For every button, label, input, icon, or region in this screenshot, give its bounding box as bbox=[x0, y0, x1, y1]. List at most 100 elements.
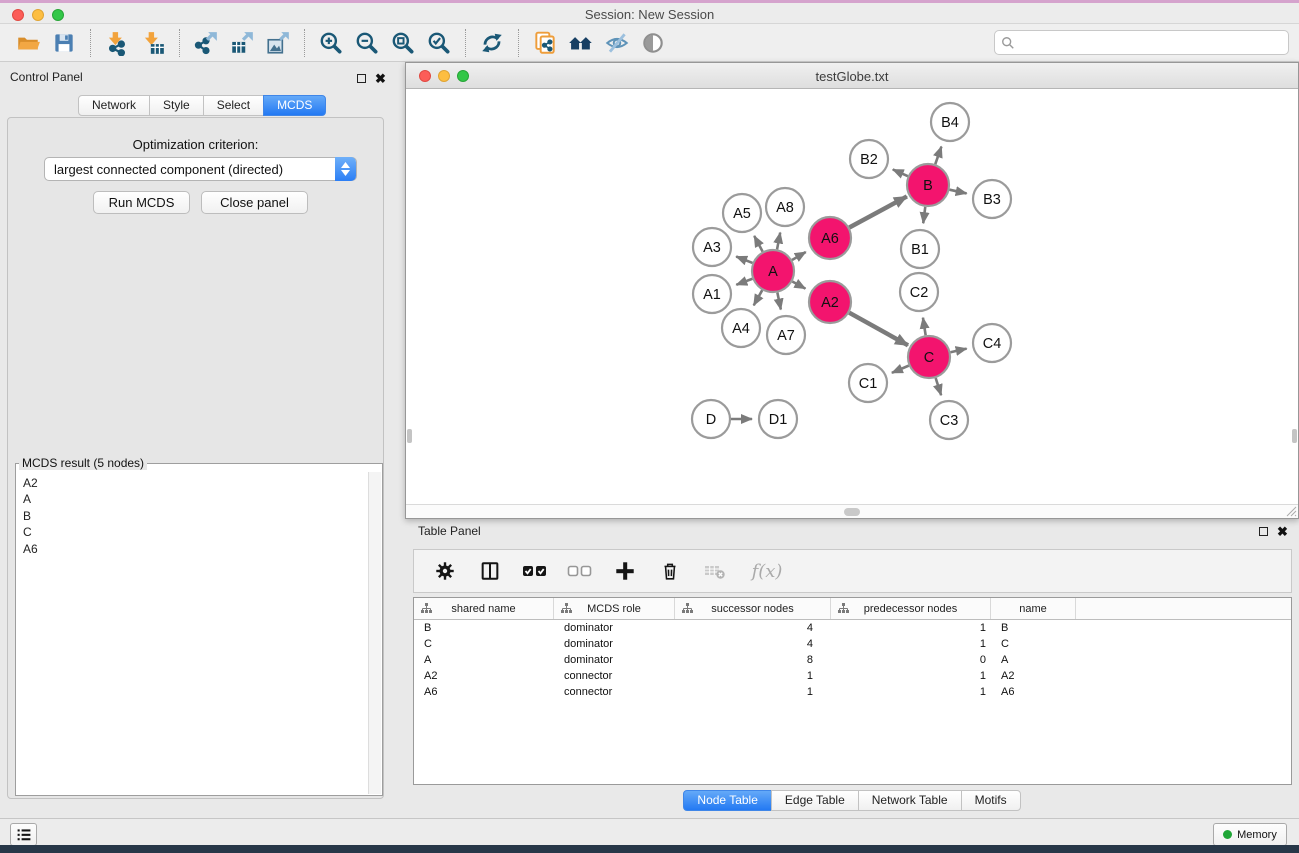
table-panel-float-icon[interactable] bbox=[1259, 527, 1268, 536]
network-graph[interactable]: AA1A3A5A8A4A7A6A2BB1B2B3B4CC1C2C3C4DD1 bbox=[406, 89, 1298, 504]
import-network-button[interactable] bbox=[99, 27, 135, 59]
tab-style[interactable]: Style bbox=[149, 95, 204, 116]
graph-node-C3[interactable]: C3 bbox=[930, 401, 968, 439]
optimization-criterion-select[interactable]: largest connected component (directed) bbox=[44, 157, 357, 181]
graph-edge-B-B3[interactable] bbox=[949, 190, 966, 194]
tab-node-table[interactable]: Node Table bbox=[683, 790, 772, 811]
select-all-button[interactable] bbox=[522, 558, 548, 584]
table-row[interactable]: Cdominator41C bbox=[414, 636, 1291, 652]
tab-edge-table[interactable]: Edge Table bbox=[771, 790, 859, 811]
graph-edge-C-C3[interactable] bbox=[936, 378, 941, 395]
table-row[interactable]: A2connector11A2 bbox=[414, 668, 1291, 684]
export-network-button[interactable] bbox=[188, 27, 224, 59]
open-session-button[interactable] bbox=[10, 27, 46, 59]
network-canvas[interactable]: AA1A3A5A8A4A7A6A2BB1B2B3B4CC1C2C3C4DD1 bbox=[406, 89, 1298, 504]
result-item[interactable]: C bbox=[23, 524, 367, 540]
delete-table-button[interactable] bbox=[702, 558, 728, 584]
graph-edge-A-A6[interactable] bbox=[792, 252, 806, 260]
horizontal-scrollbar[interactable] bbox=[406, 504, 1298, 518]
result-scrollbar[interactable] bbox=[368, 472, 381, 794]
graph-node-A1[interactable]: A1 bbox=[693, 275, 731, 313]
graph-node-A8[interactable]: A8 bbox=[766, 188, 804, 226]
right-scrollbar-thumb[interactable] bbox=[1292, 429, 1297, 443]
graph-edge-B-B1[interactable] bbox=[923, 207, 925, 223]
split-view-button[interactable] bbox=[477, 558, 503, 584]
resize-grip-icon[interactable] bbox=[1285, 505, 1297, 517]
graph-node-A[interactable]: A bbox=[752, 250, 794, 292]
tab-network[interactable]: Network bbox=[78, 95, 150, 116]
memory-button[interactable]: Memory bbox=[1213, 823, 1287, 846]
table-row[interactable]: Adominator80A bbox=[414, 652, 1291, 668]
graph-node-D[interactable]: D bbox=[692, 400, 730, 438]
graph-node-A7[interactable]: A7 bbox=[767, 316, 805, 354]
left-scrollbar-thumb[interactable] bbox=[407, 429, 412, 443]
control-panel-close-icon[interactable]: ✖ bbox=[375, 72, 386, 85]
graph-node-B4[interactable]: B4 bbox=[931, 103, 969, 141]
graph-edge-B-B4[interactable] bbox=[935, 147, 941, 165]
column-header-shared-name[interactable]: shared name bbox=[414, 598, 554, 619]
tab-mcds[interactable]: MCDS bbox=[263, 95, 326, 116]
zoom-fit-button[interactable] bbox=[385, 27, 421, 59]
import-table-button[interactable] bbox=[135, 27, 171, 59]
result-item[interactable]: A2 bbox=[23, 475, 367, 491]
export-image-button[interactable] bbox=[260, 27, 296, 59]
control-panel-float-icon[interactable] bbox=[357, 74, 366, 83]
graph-node-B2[interactable]: B2 bbox=[850, 140, 888, 178]
table-row[interactable]: A6connector11A6 bbox=[414, 684, 1291, 700]
graph-edge-A-A3[interactable] bbox=[736, 257, 752, 263]
result-item[interactable]: A bbox=[23, 491, 367, 507]
graph-edge-B-B2[interactable] bbox=[893, 169, 908, 176]
graph-edge-A-A5[interactable] bbox=[754, 236, 762, 252]
delete-column-button[interactable] bbox=[657, 558, 683, 584]
graph-node-C1[interactable]: C1 bbox=[849, 364, 887, 402]
network-window-titlebar[interactable]: testGlobe.txt bbox=[406, 63, 1298, 89]
tab-network-table[interactable]: Network Table bbox=[858, 790, 962, 811]
graph-node-D1[interactable]: D1 bbox=[759, 400, 797, 438]
graph-node-A6[interactable]: A6 bbox=[809, 217, 851, 259]
graph-node-B[interactable]: B bbox=[907, 164, 949, 206]
refresh-button[interactable] bbox=[474, 27, 510, 59]
horizontal-scrollbar-thumb[interactable] bbox=[844, 508, 860, 516]
graph-edge-A-A4[interactable] bbox=[754, 290, 763, 305]
graph-node-A3[interactable]: A3 bbox=[693, 228, 731, 266]
zoom-out-button[interactable] bbox=[349, 27, 385, 59]
graph-edge-A-A2[interactable] bbox=[792, 282, 805, 289]
table-panel-close-icon[interactable]: ✖ bbox=[1277, 525, 1288, 538]
column-header-MCDS-role[interactable]: MCDS role bbox=[554, 598, 675, 619]
result-item[interactable]: A6 bbox=[23, 541, 367, 557]
table-settings-button[interactable] bbox=[432, 558, 458, 584]
export-table-button[interactable] bbox=[224, 27, 260, 59]
column-header-successor-nodes[interactable]: successor nodes bbox=[675, 598, 831, 619]
table-row[interactable]: Bdominator41B bbox=[414, 620, 1291, 636]
zoom-in-button[interactable] bbox=[313, 27, 349, 59]
add-column-button[interactable] bbox=[612, 558, 638, 584]
save-session-button[interactable] bbox=[46, 27, 82, 59]
graph-edge-A-A1[interactable] bbox=[736, 279, 752, 285]
tab-select[interactable]: Select bbox=[203, 95, 264, 116]
run-mcds-button[interactable]: Run MCDS bbox=[93, 191, 190, 214]
graph-node-C4[interactable]: C4 bbox=[973, 324, 1011, 362]
search-field[interactable] bbox=[994, 30, 1289, 55]
graph-edge-A-A8[interactable] bbox=[777, 233, 780, 250]
zoom-selected-button[interactable] bbox=[421, 27, 457, 59]
hide-selected-button[interactable] bbox=[599, 27, 635, 59]
function-builder-button[interactable]: f(x) bbox=[747, 558, 787, 584]
tab-motifs[interactable]: Motifs bbox=[961, 790, 1021, 811]
column-header-name[interactable]: name bbox=[991, 598, 1076, 619]
deselect-all-button[interactable] bbox=[567, 558, 593, 584]
graph-node-B3[interactable]: B3 bbox=[973, 180, 1011, 218]
home-button[interactable] bbox=[563, 27, 599, 59]
graph-edge-A6-B[interactable] bbox=[849, 196, 907, 227]
graph-edge-C-C2[interactable] bbox=[923, 318, 926, 336]
task-history-button[interactable] bbox=[10, 823, 37, 846]
search-input[interactable] bbox=[1015, 35, 1288, 51]
graph-edge-A2-C[interactable] bbox=[849, 313, 908, 346]
column-header-predecessor-nodes[interactable]: predecessor nodes bbox=[831, 598, 991, 619]
graph-node-C2[interactable]: C2 bbox=[900, 273, 938, 311]
graph-node-C[interactable]: C bbox=[908, 336, 950, 378]
result-item[interactable]: B bbox=[23, 508, 367, 524]
close-panel-button[interactable]: Close panel bbox=[201, 191, 308, 214]
graph-node-A4[interactable]: A4 bbox=[722, 309, 760, 347]
graph-edge-A-A7[interactable] bbox=[777, 293, 780, 310]
graph-node-A2[interactable]: A2 bbox=[809, 281, 851, 323]
